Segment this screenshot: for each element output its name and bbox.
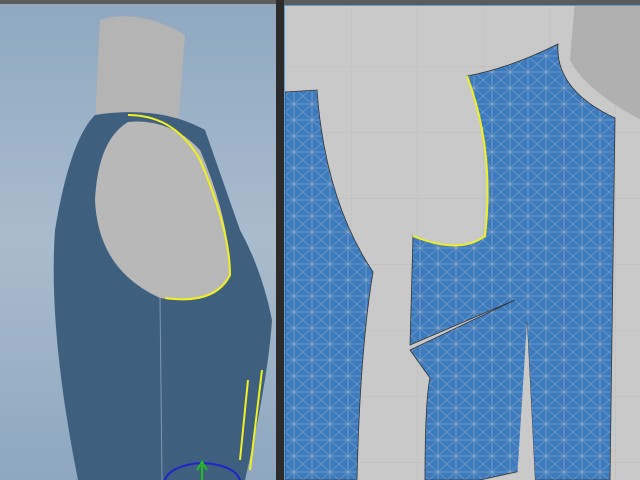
app-window: [0, 0, 640, 480]
3d-viewport[interactable]: [0, 0, 276, 480]
2d-pattern-viewport[interactable]: [284, 0, 640, 480]
avatar-neck: [95, 16, 185, 125]
viewport-splitter[interactable]: [276, 0, 284, 480]
2d-toolbar: [284, 0, 640, 6]
2d-pattern-canvas: [285, 0, 640, 480]
3d-scene: [53, 16, 272, 480]
3d-toolbar: [0, 0, 276, 4]
